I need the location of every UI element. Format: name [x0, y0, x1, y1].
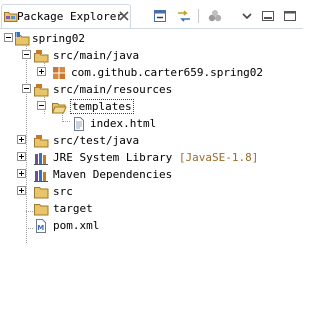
focus-on-working-set-icon[interactable]: [207, 8, 223, 24]
tree-item-label: templates: [70, 99, 134, 114]
view-menu-icon[interactable]: [239, 8, 255, 24]
tree-item-target[interactable]: target: [0, 200, 303, 217]
toolbar-separator: [198, 9, 199, 23]
tree-item-label: JRE System Library [JavaSE-1.8]: [53, 151, 258, 164]
tree-item-index-html[interactable]: index.html: [0, 115, 303, 132]
tree-item-label: target: [53, 202, 93, 215]
package-explorer-icon: [4, 10, 18, 22]
maximize-icon[interactable]: [282, 8, 298, 24]
source-folder-icon: [33, 82, 49, 98]
tree-item-src-test-java[interactable]: src/test/java: [0, 132, 303, 149]
folder-open-icon: [51, 99, 67, 115]
source-folder-icon: [33, 133, 49, 149]
expand-toggle[interactable]: [17, 152, 26, 161]
project-tree[interactable]: J spring02 src/main/java com.github.cart…: [0, 30, 303, 313]
tree-item-label: src/main/java: [53, 49, 140, 62]
tree-item-project[interactable]: J spring02: [0, 30, 303, 47]
folder-icon: [33, 201, 49, 217]
expand-toggle[interactable]: [17, 186, 26, 195]
expand-toggle[interactable]: [17, 169, 26, 178]
package-icon: [51, 65, 67, 81]
tree-item-label: spring02: [32, 32, 85, 45]
tree-item-src-main-resources[interactable]: src/main/resources: [0, 81, 303, 98]
tab-package-explorer[interactable]: Package Explorer: [1, 4, 131, 28]
minimize-icon[interactable]: [260, 8, 276, 24]
library-icon: [33, 167, 49, 183]
tree-item-label: index.html: [90, 117, 157, 130]
tree-item-label: src: [53, 185, 73, 198]
expand-toggle[interactable]: [37, 67, 46, 76]
collapse-toggle[interactable]: [37, 101, 46, 110]
tree-item-jre-library[interactable]: JRE System Library [JavaSE-1.8]: [0, 149, 303, 166]
library-name: JRE System Library: [53, 151, 173, 164]
library-icon: [33, 150, 49, 166]
file-icon: [71, 116, 87, 132]
tree-item-src[interactable]: src: [0, 183, 303, 200]
tree-item-src-main-java[interactable]: src/main/java: [0, 47, 303, 64]
tree-item-pom-xml[interactable]: M pom.xml: [0, 217, 303, 234]
expand-toggle[interactable]: [17, 135, 26, 144]
tab-underline: [0, 28, 303, 29]
source-folder-icon: [33, 48, 49, 64]
tab-title: Package Explorer: [17, 10, 123, 23]
tree-item-label: pom.xml: [53, 219, 100, 232]
svg-text:M: M: [37, 224, 44, 232]
tree-item-label: src/main/resources: [53, 83, 173, 96]
collapse-toggle[interactable]: [22, 50, 31, 59]
close-icon[interactable]: [118, 10, 130, 22]
tree-item-label: Maven Dependencies: [53, 168, 173, 181]
tree-item-label: com.github.carter659.spring02: [71, 66, 264, 79]
tree-item-maven-dependencies[interactable]: Maven Dependencies: [0, 166, 303, 183]
collapse-toggle[interactable]: [4, 33, 13, 42]
folder-icon: [33, 184, 49, 200]
tree-item-package[interactable]: com.github.carter659.spring02: [0, 64, 303, 81]
jre-version-decoration: [JavaSE-1.8]: [178, 151, 259, 164]
collapse-all-icon[interactable]: [152, 8, 168, 24]
package-explorer-view: Package Explorer J spring02 src/main/jav…: [0, 0, 303, 313]
tree-item-label: src/test/java: [53, 134, 140, 147]
maven-file-icon: M: [33, 218, 49, 234]
collapse-toggle[interactable]: [22, 84, 31, 93]
svg-text:J: J: [15, 33, 17, 39]
tree-item-templates[interactable]: templates: [0, 98, 303, 115]
link-with-editor-icon[interactable]: [176, 8, 192, 24]
java-project-icon: J: [14, 31, 30, 47]
view-tab-bar: Package Explorer: [0, 0, 303, 30]
